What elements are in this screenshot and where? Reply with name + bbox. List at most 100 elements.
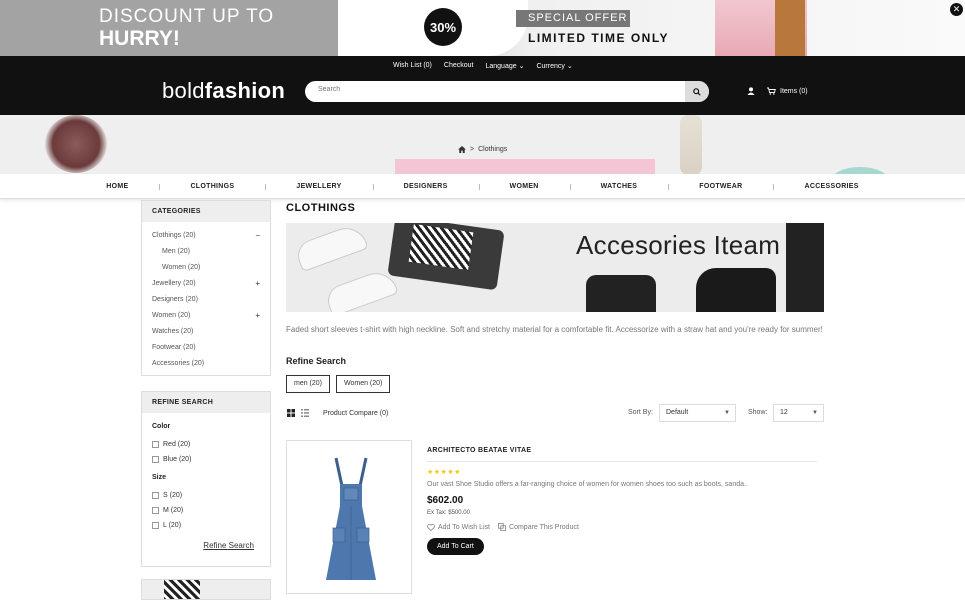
category-item[interactable]: Clothings (20) −: [142, 228, 270, 244]
category-label: Men (20): [162, 248, 191, 255]
grid-view-icon[interactable]: [287, 409, 295, 417]
cart-button[interactable]: Items (0): [767, 87, 808, 95]
currency-dropdown[interactable]: Currency ⌄: [536, 62, 572, 70]
nav-women[interactable]: WOMEN: [478, 174, 570, 198]
category-list: Clothings (20) − Men (20) Women (20) Jewe…: [142, 222, 270, 376]
category-description: Faded short sleeves t-shirt with high ne…: [286, 325, 823, 334]
show-value: 12: [780, 409, 788, 416]
sidebar-banner-image[interactable]: [141, 579, 271, 600]
shoe-image: [323, 266, 399, 312]
add-to-wishlist-button[interactable]: Add To Wish List: [427, 524, 490, 531]
logo[interactable]: boldfashion: [162, 78, 285, 104]
top-links: Wish List (0) Checkout Language ⌄ Curren…: [393, 62, 573, 70]
expand-icon[interactable]: +: [255, 308, 260, 324]
category-label: Designers (20): [152, 296, 198, 303]
promo-discount-badge: 30%: [424, 8, 462, 46]
category-label: Women (20): [162, 264, 201, 271]
list-view-icon[interactable]: [301, 409, 309, 417]
cart-icon: [767, 87, 776, 95]
main-nav: HOME CLOTHINGS JEWELLERY DESIGNERS WOMEN…: [0, 174, 965, 199]
breadcrumb-separator: >: [470, 146, 475, 153]
refine-title: REFINE SEARCH: [142, 392, 270, 413]
nav-watches[interactable]: WATCHES: [569, 174, 669, 198]
category-banner: Accesories Iteam: [286, 223, 824, 312]
breadcrumb: > Clothings: [458, 146, 507, 153]
add-to-cart-button[interactable]: Add To Cart: [427, 538, 484, 555]
size-checkbox[interactable]: M (20): [152, 503, 260, 518]
checkbox-icon[interactable]: [152, 492, 159, 499]
overall-dress-image: [326, 457, 376, 580]
checkbox-label: Red (20): [163, 441, 191, 448]
decor-ornament: [45, 115, 107, 173]
product-name[interactable]: ARCHITECTO BEATAE VITAE: [427, 447, 817, 462]
promo-subheadline: HURRY!: [99, 27, 180, 50]
checkbox-icon[interactable]: [152, 441, 159, 448]
color-checkbox[interactable]: Red (20): [152, 437, 260, 452]
category-item[interactable]: Watches (20): [142, 324, 270, 340]
search-button[interactable]: [685, 81, 709, 102]
checkbox-icon[interactable]: [152, 522, 159, 529]
category-item[interactable]: Footwear (20): [142, 340, 270, 356]
filter-button[interactable]: men (20): [286, 375, 331, 393]
user-icon[interactable]: [747, 87, 755, 97]
filter-button[interactable]: Women (20): [336, 375, 391, 393]
checkbox-icon[interactable]: [152, 507, 159, 514]
compare-product-button[interactable]: Compare This Product: [498, 523, 579, 531]
product-compare-link[interactable]: Product Compare (0): [323, 410, 388, 417]
search-input[interactable]: [318, 86, 678, 93]
category-item[interactable]: Women (20) +: [142, 308, 270, 324]
category-item[interactable]: Jewellery (20) +: [142, 276, 270, 292]
refine-search-link[interactable]: Refine Search: [152, 541, 260, 550]
language-label: Language: [485, 63, 517, 70]
star-rating: ★★★★★: [427, 469, 461, 476]
close-icon[interactable]: ✕: [950, 3, 963, 16]
refine-body: Color Red (20) Blue (20) Size S (20) M (…: [142, 413, 270, 558]
home-icon[interactable]: [458, 146, 466, 153]
product-tax: Ex Tax: $500.00: [427, 510, 470, 516]
chevron-down-icon: ▼: [724, 410, 730, 416]
nav-jewellery[interactable]: JEWELLERY: [265, 174, 372, 198]
clutch-image: [786, 223, 824, 312]
sort-select[interactable]: Default ▼: [659, 404, 736, 422]
sort-label: Sort By:: [628, 409, 653, 416]
show-select[interactable]: 12 ▼: [773, 404, 824, 422]
wishlist-label: Add To Wish List: [438, 523, 491, 531]
category-label: Accessories (20): [152, 360, 205, 367]
promo-limited-label: LIMITED TIME ONLY: [528, 31, 670, 45]
category-item[interactable]: Accessories (20): [142, 356, 270, 372]
product-actions: Add To Wish List Compare This Product: [427, 523, 817, 531]
checkout-link[interactable]: Checkout: [444, 62, 474, 70]
category-item[interactable]: Women (20): [142, 260, 270, 276]
language-dropdown[interactable]: Language ⌄: [485, 62, 524, 70]
product-price: $602.00: [427, 495, 464, 506]
collapse-icon[interactable]: −: [255, 228, 260, 244]
dress-image: [164, 580, 200, 599]
chevron-down-icon: ⌄: [566, 63, 573, 70]
size-checkbox[interactable]: S (20): [152, 488, 260, 503]
category-item[interactable]: Men (20): [142, 244, 270, 260]
wishlist-link[interactable]: Wish List (0): [393, 62, 432, 70]
nav-accessories[interactable]: ACCESSORIES: [773, 174, 889, 198]
promo-special-label: SPECIAL OFFER: [516, 10, 630, 27]
sort-value: Default: [666, 409, 689, 416]
breadcrumb-current[interactable]: Clothings: [478, 146, 507, 153]
currency-label: Currency: [536, 63, 565, 70]
color-checkbox[interactable]: Blue (20): [152, 452, 260, 467]
category-item[interactable]: Designers (20): [142, 292, 270, 308]
checkbox-label: M (20): [163, 507, 184, 514]
decor-bottle: [680, 115, 702, 175]
checkbox-icon[interactable]: [152, 456, 159, 463]
product-toolbar: Product Compare (0) Sort By: Default ▼ Sh…: [286, 404, 824, 422]
promo-banner[interactable]: DISCOUNT UP TO HURRY! 30% SPECIAL OFFER …: [0, 0, 965, 56]
product-image[interactable]: [286, 440, 412, 594]
nav-clothings[interactable]: CLOTHINGS: [159, 174, 265, 198]
nav-designers[interactable]: DESIGNERS: [372, 174, 479, 198]
compare-icon: [498, 523, 506, 531]
boot-image: [696, 268, 776, 312]
nav-home[interactable]: HOME: [75, 174, 159, 198]
search-icon: [693, 87, 701, 96]
nav-footwear[interactable]: FOOTWEAR: [668, 174, 773, 198]
size-checkbox[interactable]: L (20): [152, 518, 260, 533]
shoe-image: [293, 223, 369, 273]
expand-icon[interactable]: +: [255, 276, 260, 292]
